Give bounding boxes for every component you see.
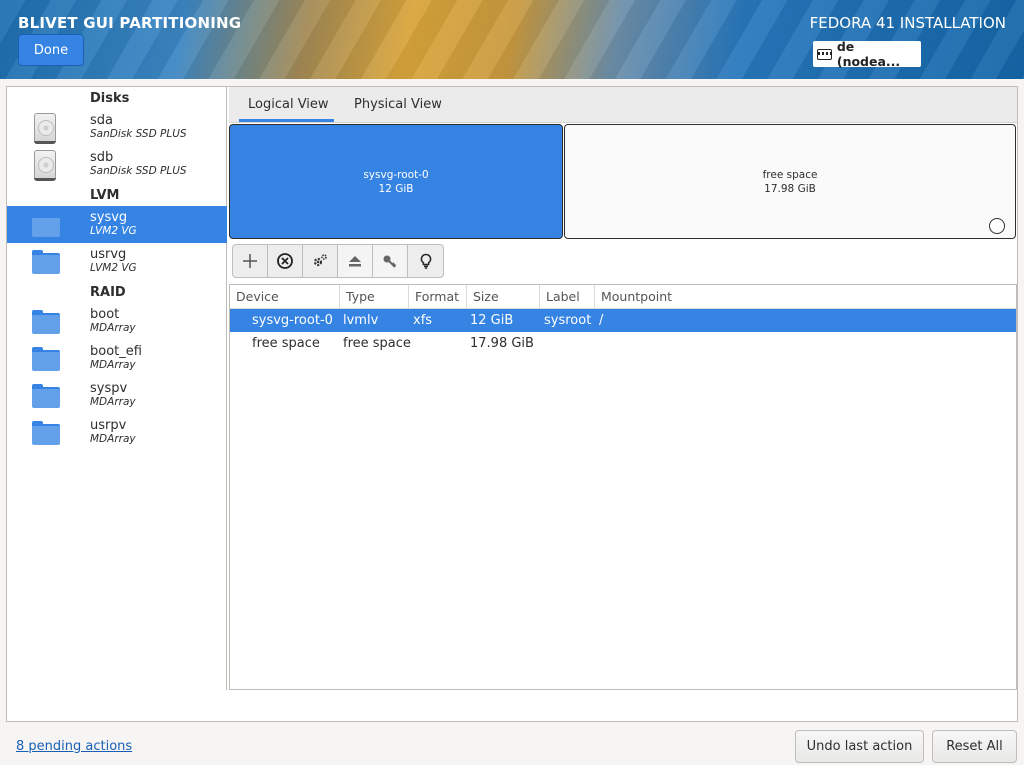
cell-device: free space [252,336,320,351]
decrypt-icon [383,255,397,268]
folder-icon [32,347,60,371]
decrypt-button[interactable] [373,245,408,277]
app-title: BLIVET GUI PARTITIONING [18,14,242,32]
keyboard-icon [817,48,832,60]
cell-mountpoint: / [599,313,604,328]
sidebar-item-label: boot [90,307,120,322]
hard-disk-icon [34,150,56,181]
section-title-raid: RAID [90,285,126,300]
sidebar-item-sublabel: SanDisk SSD PLUS [90,128,187,140]
block-size: 17.98 GiB [764,182,816,195]
device-sidebar: Disks sda SanDisk SSD PLUS sdb SanDisk S… [7,87,227,690]
sidebar-item-usrvg[interactable]: usrvg LVM2 VG [7,243,227,280]
cell-device: sysvg-root-0 [252,313,333,328]
add-icon [243,254,257,268]
sidebar-item-usrpv[interactable]: usrpv MDArray [7,414,227,451]
undo-last-action-button[interactable]: Undo last action [795,730,924,763]
sidebar-item-syspv[interactable]: syspv MDArray [7,377,227,414]
block-name: sysvg-root-0 [363,168,429,181]
partition-block-free-space[interactable]: free space 17.98 GiB [564,124,1016,239]
sidebar-item-boot[interactable]: boot MDArray [7,303,227,340]
sidebar-item-sublabel: MDArray [90,433,136,445]
pending-actions-link[interactable]: 8 pending actions [16,739,132,754]
select-radio[interactable] [989,218,1005,234]
view-tabs: Logical View Physical View [229,87,1017,123]
cell-type: free space [343,336,411,351]
sidebar-item-label: sysvg [90,210,128,225]
sidebar-item-label: usrvg [90,247,127,262]
installation-title: FEDORA 41 INSTALLATION [809,14,1006,32]
sidebar-item-label: usrpv [90,418,127,433]
partition-block-sysvg-root-0[interactable]: sysvg-root-0 12 GiB [229,124,563,239]
tab-physical-view[interactable]: Physical View [354,97,442,112]
edit-settings-button[interactable] [303,245,338,277]
info-button[interactable] [408,245,443,277]
folder-icon [32,421,60,445]
header-bar: BLIVET GUI PARTITIONING Done FEDORA 41 I… [0,0,1024,79]
sidebar-item-label: boot_efi [90,344,142,359]
sidebar-item-sdb[interactable]: sdb SanDisk SSD PLUS [7,146,227,183]
keyboard-layout-label: de (nodea... [836,39,901,69]
keyboard-layout-button[interactable]: de (nodea... [813,39,921,69]
sidebar-item-sublabel: MDArray [90,396,136,408]
delete-icon [277,253,293,269]
done-button[interactable]: Done [18,34,84,66]
sidebar-item-sublabel: LVM2 VG [90,262,137,274]
folder-icon [32,310,60,334]
cell-size: 17.98 GiB [470,336,534,351]
sidebar-item-sublabel: LVM2 VG [90,225,137,237]
cell-format: xfs [413,313,433,328]
sidebar-item-sda[interactable]: sda SanDisk SSD PLUS [7,109,227,146]
active-tab-indicator [239,119,334,122]
sidebar-item-boot-efi[interactable]: boot_efi MDArray [7,340,227,377]
sidebar-item-sublabel: MDArray [90,359,136,371]
folder-icon [32,250,60,274]
unmount-button[interactable] [338,245,373,277]
delete-button[interactable] [268,245,303,277]
tab-logical-view[interactable]: Logical View [248,97,329,112]
action-toolbar [232,244,444,278]
section-title-lvm: LVM [90,188,120,203]
cell-size: 12 GiB [470,313,514,328]
section-title-disks: Disks [90,91,130,106]
sidebar-item-sublabel: MDArray [90,322,136,334]
sidebar-item-label: syspv [90,381,128,396]
sidebar-item-sublabel: SanDisk SSD PLUS [90,165,187,177]
table-row[interactable]: free space free space 17.98 GiB [230,332,1016,355]
table-header: Device Type Format Size Label Mountpoint [230,285,1016,309]
cell-type: lvmlv [343,313,379,328]
block-size: 12 GiB [378,182,414,195]
block-name: free space [762,168,818,181]
info-icon [420,253,431,269]
hard-disk-icon [34,113,56,144]
reset-all-button[interactable]: Reset All [932,730,1017,763]
sidebar-item-sysvg[interactable]: sysvg LVM2 VG [7,206,227,243]
folder-icon [32,213,60,237]
table-row[interactable]: sysvg-root-0 lvmlv xfs 12 GiB sysroot / [230,309,1016,332]
cell-label: sysroot [544,313,592,328]
settings-icon [313,254,327,267]
sidebar-item-label: sdb [90,150,114,165]
add-button[interactable] [233,245,268,277]
unmount-icon [349,256,361,267]
device-table: Device Type Format Size Label Mountpoint… [229,284,1017,690]
folder-icon [32,384,60,408]
sidebar-item-label: sda [90,113,113,128]
